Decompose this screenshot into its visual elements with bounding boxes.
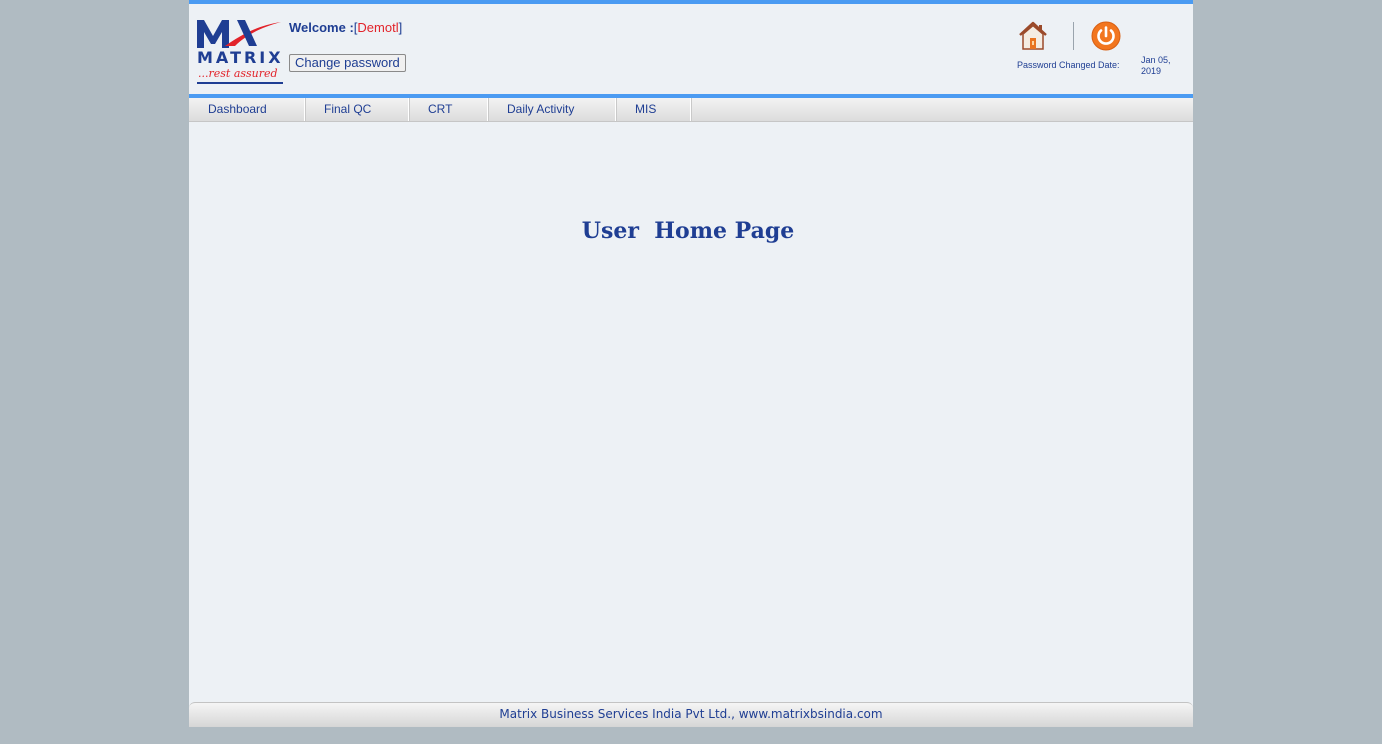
nav-item-mis[interactable]: MIS (616, 98, 691, 121)
power-icon[interactable] (1091, 21, 1121, 51)
company-logo[interactable]: MATRIX ...rest assured (195, 16, 285, 88)
logo-tagline: ...rest assured (198, 67, 278, 80)
footer: Matrix Business Services India Pvt Ltd.,… (189, 702, 1193, 727)
username: Demotl (357, 20, 399, 35)
nav-item-dashboard[interactable]: Dashboard (189, 98, 305, 121)
main-nav: Dashboard Final QC CRT Daily Activity MI… (189, 98, 1193, 122)
password-changed-date: Jan 05, 2019 (1141, 55, 1171, 76)
nav-item-daily-activity[interactable]: Daily Activity (488, 98, 616, 121)
page-container: MATRIX ...rest assured Welcome :[Demotl]… (189, 0, 1193, 727)
welcome-text: Welcome :[Demotl] (289, 20, 402, 35)
logo-wordmark: MATRIX (197, 48, 284, 67)
page-title: User Home Page (581, 218, 795, 244)
home-icon[interactable] (1017, 20, 1049, 52)
header-divider (1073, 22, 1074, 50)
nav-item-crt[interactable]: CRT (409, 98, 488, 121)
header: MATRIX ...rest assured Welcome :[Demotl]… (189, 4, 1193, 94)
change-password-button[interactable]: Change password (289, 54, 406, 72)
logo-mark-icon (197, 20, 281, 48)
password-changed-label: Password Changed Date: (1017, 60, 1120, 70)
logo-underline (197, 82, 283, 84)
welcome-label: Welcome : (289, 20, 354, 35)
username-bracket-close: ] (398, 20, 403, 35)
nav-item-final-qc[interactable]: Final QC (305, 98, 409, 121)
